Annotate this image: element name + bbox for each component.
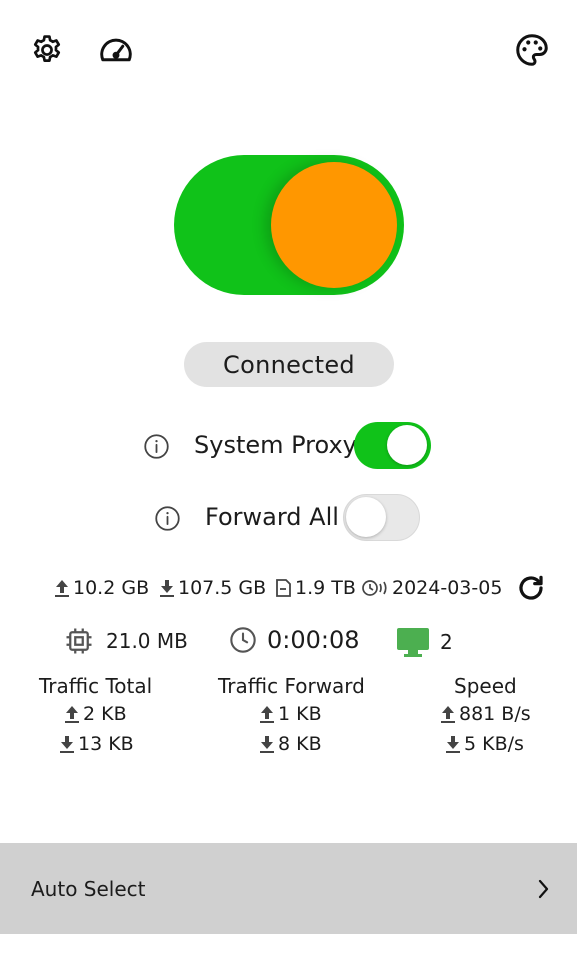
uptime-stat: 0:00:08 [229, 626, 360, 654]
sim-card-icon [274, 578, 292, 598]
download-total-stat: 107.5 GB [159, 577, 266, 599]
system-proxy-switch[interactable] [354, 422, 431, 469]
traffic-forward-up-value: 1 KB [278, 703, 322, 725]
gear-icon [33, 35, 61, 62]
devices-stat: 2 [396, 626, 453, 658]
speed-down: 5 KB/s [445, 733, 524, 755]
reset-date-stat: 2024-03-05 [361, 577, 502, 599]
upload-icon [64, 704, 80, 724]
memory-stat: 21.0 MB [64, 626, 188, 656]
chevron-right-icon [538, 879, 549, 899]
system-proxy-info-button[interactable] [136, 426, 176, 466]
download-icon [159, 578, 175, 598]
theme-button[interactable] [512, 30, 552, 70]
proxy-group-label: Auto Select [31, 877, 146, 901]
devices-value: 2 [440, 630, 453, 654]
traffic-total-title: Traffic Total [39, 674, 153, 698]
traffic-total-up-value: 2 KB [83, 703, 127, 725]
palette-icon [516, 34, 548, 66]
memory-value: 21.0 MB [106, 629, 188, 653]
clock-icon [229, 626, 257, 654]
upload-total-stat: 10.2 GB [54, 577, 149, 599]
connect-toggle-knob[interactable] [271, 162, 397, 288]
quota-stat: 1.9 TB [274, 577, 356, 599]
settings-button[interactable] [27, 30, 67, 70]
system-proxy-label: System Proxy [194, 431, 357, 459]
forward-all-label: Forward All [205, 503, 339, 531]
download-total-value: 107.5 GB [178, 577, 267, 599]
download-icon [59, 734, 75, 754]
download-icon [445, 734, 461, 754]
traffic-total-up: 2 KB [64, 703, 127, 725]
quota-value: 1.9 TB [295, 577, 356, 599]
system-proxy-switch-knob [387, 425, 427, 465]
info-icon [154, 505, 180, 531]
upload-icon [54, 578, 70, 598]
info-icon [143, 433, 169, 459]
forward-all-switch[interactable] [343, 494, 420, 541]
monitor-icon [396, 626, 430, 658]
upload-total-value: 10.2 GB [73, 577, 150, 599]
speedometer-icon [100, 38, 132, 62]
speed-up-value: 881 B/s [459, 703, 531, 725]
connection-status-badge: Connected [184, 342, 394, 387]
speed-up: 881 B/s [440, 703, 531, 725]
upload-icon [259, 704, 275, 724]
clock-signal-icon [361, 578, 389, 598]
forward-all-info-button[interactable] [147, 498, 187, 538]
traffic-forward-down-value: 8 KB [278, 733, 322, 755]
speed-title: Speed [454, 674, 517, 698]
traffic-total-down-value: 13 KB [78, 733, 134, 755]
uptime-value: 0:00:08 [267, 626, 360, 654]
refresh-icon [519, 575, 543, 600]
traffic-forward-title: Traffic Forward [218, 674, 365, 698]
proxy-group-selector[interactable]: Auto Select [0, 843, 577, 934]
refresh-button[interactable] [511, 568, 551, 608]
traffic-forward-down: 8 KB [259, 733, 322, 755]
upload-icon [440, 704, 456, 724]
dashboard-button[interactable] [96, 30, 136, 70]
traffic-total-down: 13 KB [59, 733, 134, 755]
download-icon [259, 734, 275, 754]
cpu-chip-icon [64, 626, 94, 656]
traffic-forward-up: 1 KB [259, 703, 322, 725]
speed-down-value: 5 KB/s [464, 733, 524, 755]
reset-date-value: 2024-03-05 [392, 577, 503, 599]
forward-all-switch-knob [346, 497, 386, 537]
